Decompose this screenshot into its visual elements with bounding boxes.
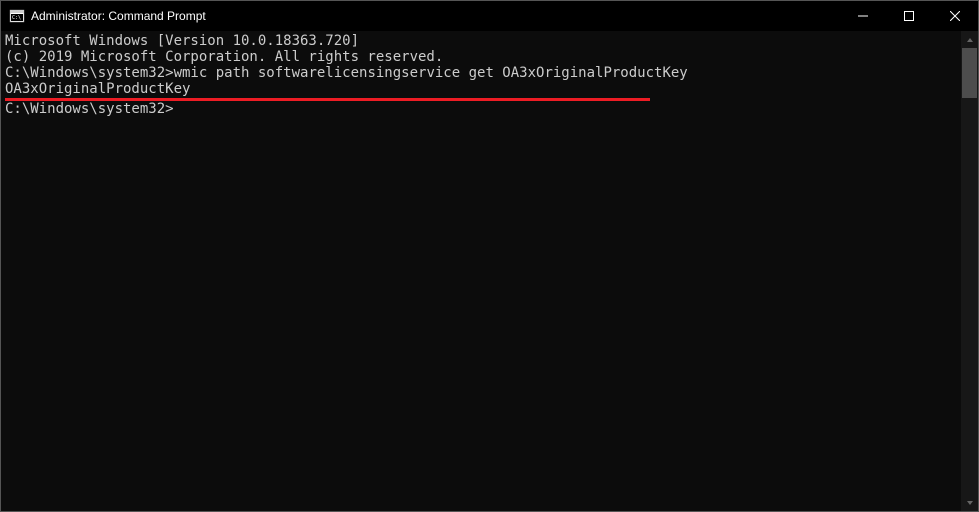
scrollbar-down-button[interactable]	[961, 494, 978, 511]
svg-text:C:\: C:\	[12, 15, 21, 21]
command-prompt-window: C:\ Administrator: Command Prompt Micros…	[0, 0, 979, 512]
window-controls	[840, 1, 978, 31]
window-title: Administrator: Command Prompt	[31, 9, 206, 23]
banner-line-1: Microsoft Windows [Version 10.0.18363.72…	[5, 33, 957, 49]
titlebar[interactable]: C:\ Administrator: Command Prompt	[1, 1, 978, 31]
close-button[interactable]	[932, 1, 978, 31]
cmd-icon: C:\	[9, 8, 25, 24]
scrollbar-up-button[interactable]	[961, 31, 978, 48]
prompt-path: C:\Windows\system32>	[5, 101, 174, 117]
prompt-command: wmic path softwarelicensingservice get O…	[174, 65, 688, 81]
prompt-line-2: C:\Windows\system32>	[5, 101, 957, 117]
console-content[interactable]: Microsoft Windows [Version 10.0.18363.72…	[1, 31, 961, 511]
maximize-button[interactable]	[886, 1, 932, 31]
vertical-scrollbar[interactable]	[961, 31, 978, 511]
prompt-path: C:\Windows\system32>	[5, 65, 174, 81]
banner-line-2: (c) 2019 Microsoft Corporation. All righ…	[5, 49, 957, 65]
minimize-button[interactable]	[840, 1, 886, 31]
output-header: OA3xOriginalProductKey	[5, 81, 957, 97]
prompt-line-1: C:\Windows\system32>wmic path softwareli…	[5, 65, 957, 81]
console-area: Microsoft Windows [Version 10.0.18363.72…	[1, 31, 978, 511]
scrollbar-thumb[interactable]	[962, 48, 977, 98]
titlebar-left: C:\ Administrator: Command Prompt	[9, 8, 206, 24]
